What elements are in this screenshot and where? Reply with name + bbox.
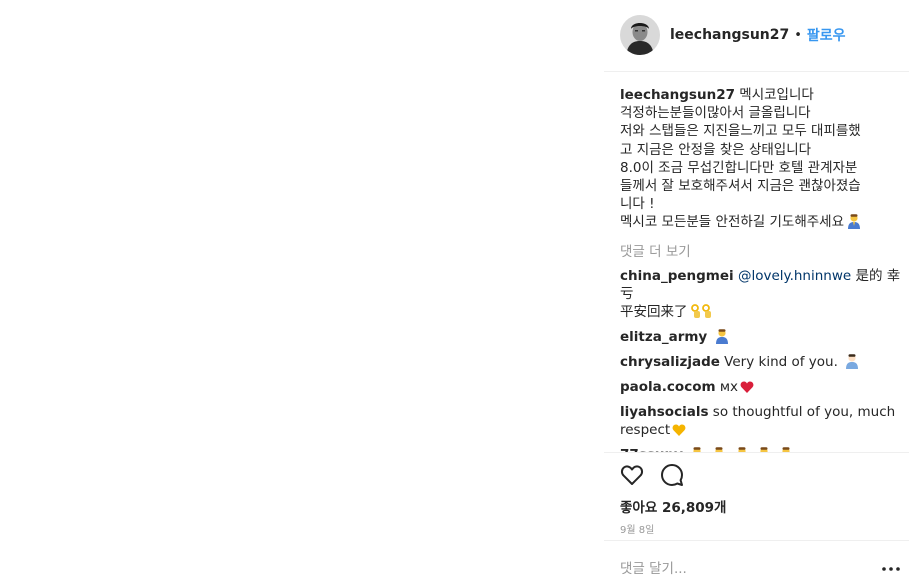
heart-icon xyxy=(620,465,644,485)
more-options-button[interactable] xyxy=(880,561,902,575)
caption-line: 니다 ! xyxy=(620,196,655,213)
ok-hand-emoji-icon xyxy=(690,303,711,318)
comment-text: so thoughtful of you, much xyxy=(708,403,896,420)
pray-emoji-icon xyxy=(848,214,861,230)
comment-text-continued: respect xyxy=(620,421,671,438)
caption-line: 걱정하는분들이많아서 글올립니다 xyxy=(620,105,811,122)
red-heart-emoji-icon xyxy=(740,381,754,393)
comment-username[interactable]: elitza_army xyxy=(620,329,707,345)
pray-emoji-icon xyxy=(715,328,728,344)
post-header: leechangsun27 • 팔로우 xyxy=(620,14,846,56)
yellow-heart-emoji-icon xyxy=(672,424,686,436)
header-username[interactable]: leechangsun27 xyxy=(670,27,789,43)
post-date[interactable]: 9월 8일 xyxy=(620,521,654,536)
comment-bubble-icon xyxy=(661,464,683,486)
comment-input[interactable] xyxy=(620,558,860,580)
caption-last-line: 멕시코 모든분들 안전하길 기도해주세요 xyxy=(620,213,903,231)
post-actions xyxy=(620,463,700,487)
caption-line: 저와 스탭들은 지진을느끼고 모두 대피를했 xyxy=(620,123,861,140)
caption-first-line: leechangsun27 멕시코입니다 xyxy=(620,86,903,104)
follow-button[interactable]: 팔로우 xyxy=(807,25,846,45)
media-area xyxy=(0,0,604,588)
comment-text: Very kind of you. xyxy=(719,353,838,370)
more-options-icon xyxy=(882,567,900,571)
comment-item: paola.cocom ᴍx xyxy=(620,378,903,396)
load-more-comments-button[interactable]: 댓글 더 보기 xyxy=(620,240,903,260)
comment-username[interactable]: chrysalizjade xyxy=(620,354,720,370)
avatar[interactable] xyxy=(620,15,660,55)
caption-line: 고 지금은 안정을 찾은 상태입니다 xyxy=(620,141,812,158)
caption-text-first: 멕시코입니다 xyxy=(739,87,814,103)
comment-username[interactable]: liyahsocials xyxy=(620,404,709,420)
like-button[interactable] xyxy=(620,463,644,487)
caption-username[interactable]: leechangsun27 xyxy=(620,87,735,103)
comment-item: liyahsocials so thoughtful of you, much … xyxy=(620,403,903,439)
pray-emoji-icon xyxy=(846,353,859,369)
post-side-panel: leechangsun27 • 팔로우 leechangsun27 멕시코입니다… xyxy=(604,0,909,588)
comment-username[interactable]: china_pengmei xyxy=(620,268,734,284)
comment-text-continued: 平安回来了 xyxy=(620,303,688,320)
comments-divider xyxy=(604,452,909,453)
caption-line: 들께서 잘 보호해주셔서 지금은 괜찮아졌습 xyxy=(620,178,861,195)
comment-mention[interactable]: @lovely.hninnwe xyxy=(738,268,851,284)
header-divider xyxy=(604,71,909,72)
comment-username[interactable]: paola.cocom xyxy=(620,379,716,395)
comment-item: china_pengmei @lovely.hninnwe 是的 幸亏 平安回来… xyxy=(620,267,903,321)
caption-text-last: 멕시코 모든분들 안전하길 기도해주세요 xyxy=(620,214,845,231)
comments-list[interactable]: leechangsun27 멕시코입니다 걱정하는분들이많아서 글올립니다 저와… xyxy=(620,86,903,452)
likes-count[interactable]: 좋아요 26,809개 xyxy=(620,496,726,516)
comment-item: elitza_army xyxy=(620,328,903,346)
comment-text: ᴍx xyxy=(715,378,739,395)
comment-button[interactable] xyxy=(660,463,684,487)
comment-item: chrysalizjade Very kind of you. xyxy=(620,353,903,371)
post-caption: leechangsun27 멕시코입니다 걱정하는분들이많아서 글올립니다 저와… xyxy=(620,86,903,232)
header-separator: • xyxy=(794,27,802,43)
caption-line: 8.0이 조금 무섭긴합니다만 호텔 관계자분 xyxy=(620,159,858,176)
input-divider xyxy=(604,540,909,541)
